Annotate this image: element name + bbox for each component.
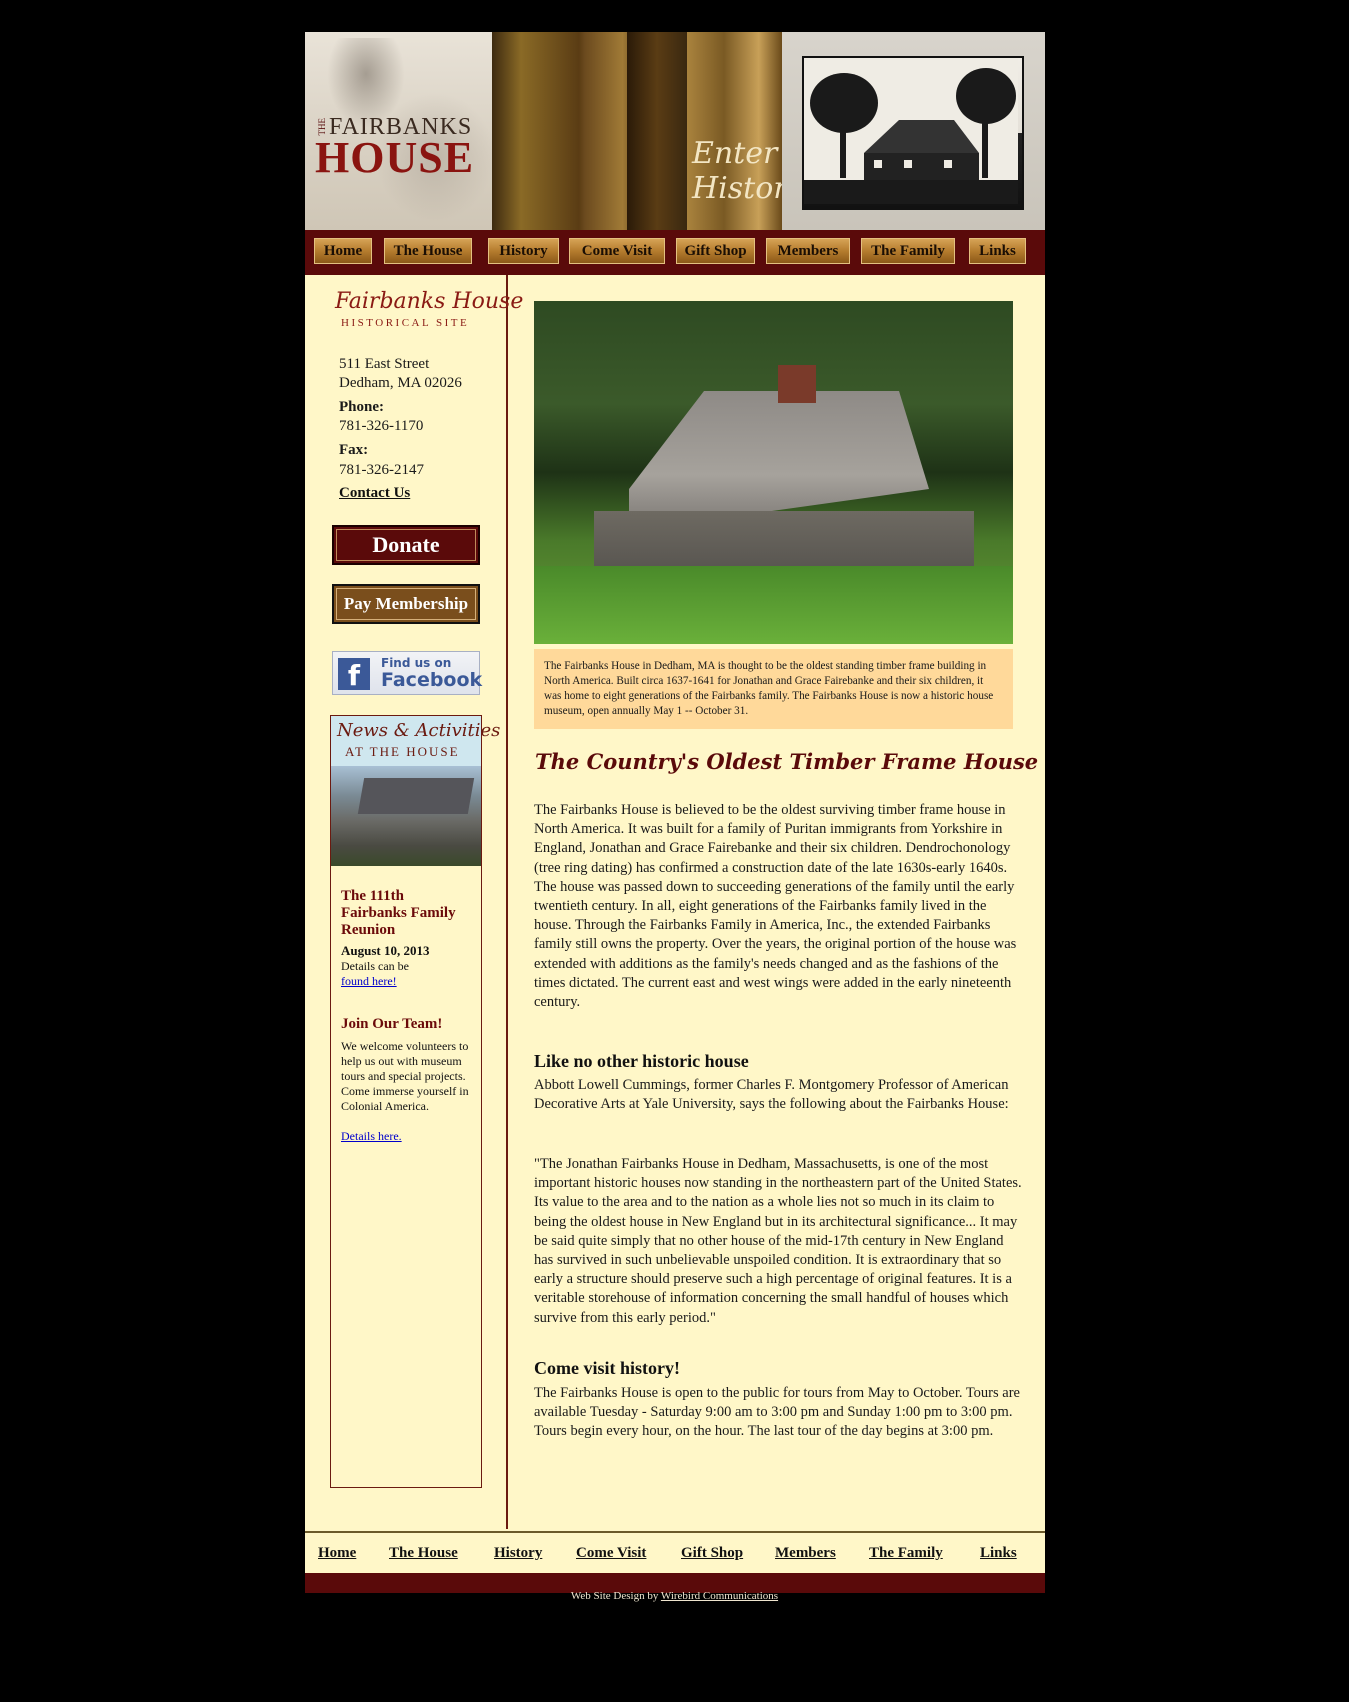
site-header: THE FAIRBANKS HOUSE Enter History	[305, 32, 1045, 230]
news-house-photo	[331, 766, 481, 866]
news-item2-link[interactable]: Details here.	[341, 1129, 402, 1144]
address-line-1: 511 East Street	[339, 356, 430, 372]
column-divider	[506, 275, 508, 1529]
facebook-icon: f	[338, 658, 370, 692]
facebook-line-2: Facebook	[381, 669, 483, 691]
facebook-button[interactable]: f Find us on Facebook	[332, 651, 483, 695]
logo-house-text: HOUSE	[315, 133, 475, 182]
door-image	[627, 32, 687, 230]
nav-members[interactable]: Members	[766, 238, 850, 264]
donate-button[interactable]: Donate	[332, 525, 480, 565]
credit-prefix: Web Site Design by	[570, 1590, 659, 1602]
footer-link-links[interactable]: Links	[980, 1545, 1017, 1562]
main-nav: Home The House History Come Visit Gift S…	[305, 230, 1045, 275]
news-photo-roof	[357, 778, 475, 814]
footer-link-history[interactable]: History	[494, 1545, 542, 1562]
fairbanks-house-photo	[534, 301, 1013, 644]
footer-nav: Home The House History Come Visit Gift S…	[305, 1531, 1045, 1573]
cummings-intro-paragraph: Abbott Lowell Cummings, former Charles F…	[534, 1077, 1009, 1113]
house-woodcut-image	[802, 56, 1024, 210]
nav-links[interactable]: Links	[969, 238, 1026, 264]
header-interior-photo: Enter History	[492, 32, 805, 230]
news-title-caps: AT THE HOUSE	[345, 744, 460, 759]
photo-wall	[594, 511, 974, 571]
facebook-line-1: Find us on	[381, 656, 452, 670]
fax-number: 781-326-2147	[339, 462, 424, 478]
news-item1-text: Details can be	[341, 959, 409, 973]
credit-link[interactable]: Wirebird Communications	[661, 1590, 778, 1602]
header-woodcut-panel	[782, 32, 1045, 230]
photo-caption: The Fairbanks House in Dedham, MA is tho…	[534, 649, 1013, 729]
nav-home[interactable]: Home	[314, 238, 372, 264]
footer-link-come-visit[interactable]: Come Visit	[576, 1545, 646, 1562]
news-item1-link[interactable]: found here!	[341, 974, 397, 989]
header-portrait-panel: THE FAIRBANKS HOUSE	[305, 32, 495, 230]
footer-link-members[interactable]: Members	[775, 1545, 836, 1562]
address-line-2: Dedham, MA 02026	[339, 375, 462, 391]
page-title: The Country's Oldest Timber Frame House	[535, 749, 1039, 774]
heading-come-visit: Come visit history!	[534, 1358, 680, 1378]
footer-link-home[interactable]: Home	[318, 1545, 356, 1562]
news-item1-date: August 10, 2013	[341, 943, 430, 958]
visit-paragraph: The Fairbanks House is open to the publi…	[534, 1385, 1020, 1440]
heading-like-no-other: Like no other historic house	[534, 1051, 749, 1071]
footer-link-gift-shop[interactable]: Gift Shop	[681, 1545, 743, 1562]
main-content-area: Fairbanks House HISTORICAL SITE 511 East…	[305, 275, 1045, 1531]
footer-link-the-house[interactable]: The House	[389, 1545, 458, 1562]
news-item2-heading: Join Our Team!	[341, 1016, 443, 1032]
nav-come-visit[interactable]: Come Visit	[569, 238, 665, 264]
fax-label: Fax:	[339, 442, 369, 458]
cummings-quote: "The Jonathan Fairbanks House in Dedham,…	[534, 1156, 1022, 1326]
news-activities-box: News & Activities AT THE HOUSE The 111th…	[330, 715, 500, 1488]
sidebar-logo-name: Fairbanks House	[335, 289, 524, 314]
nav-the-house[interactable]: The House	[384, 238, 472, 264]
intro-paragraph: The Fairbanks House is believed to be th…	[534, 802, 1017, 1011]
woodcut-illustration	[804, 58, 1018, 204]
pay-membership-button[interactable]: Pay Membership	[332, 584, 480, 624]
news-item1-heading: The 111th Fairbanks Family Reunion	[341, 888, 456, 938]
photo-lawn	[534, 566, 1013, 644]
site-credit: Web Site Design by Wirebird Communicatio…	[0, 1590, 1349, 1602]
page-container: THE FAIRBANKS HOUSE Enter History Home T…	[305, 32, 1045, 1593]
nav-gift-shop[interactable]: Gift Shop	[676, 238, 755, 264]
news-item2-text: We welcome volunteers to help us out wit…	[341, 1039, 469, 1113]
phone-number: 781-326-1170	[339, 418, 424, 434]
photo-chimney	[778, 365, 816, 403]
phone-label: Phone:	[339, 399, 384, 415]
nav-the-family[interactable]: The Family	[861, 238, 955, 264]
nav-history[interactable]: History	[488, 238, 559, 264]
contact-us-link[interactable]: Contact Us	[339, 485, 410, 502]
sidebar-logo-subtitle: HISTORICAL SITE	[341, 317, 470, 329]
news-title-script: News & Activities	[337, 720, 501, 741]
footer-link-the-family[interactable]: The Family	[869, 1545, 943, 1562]
news-header: News & Activities AT THE HOUSE	[331, 716, 500, 766]
